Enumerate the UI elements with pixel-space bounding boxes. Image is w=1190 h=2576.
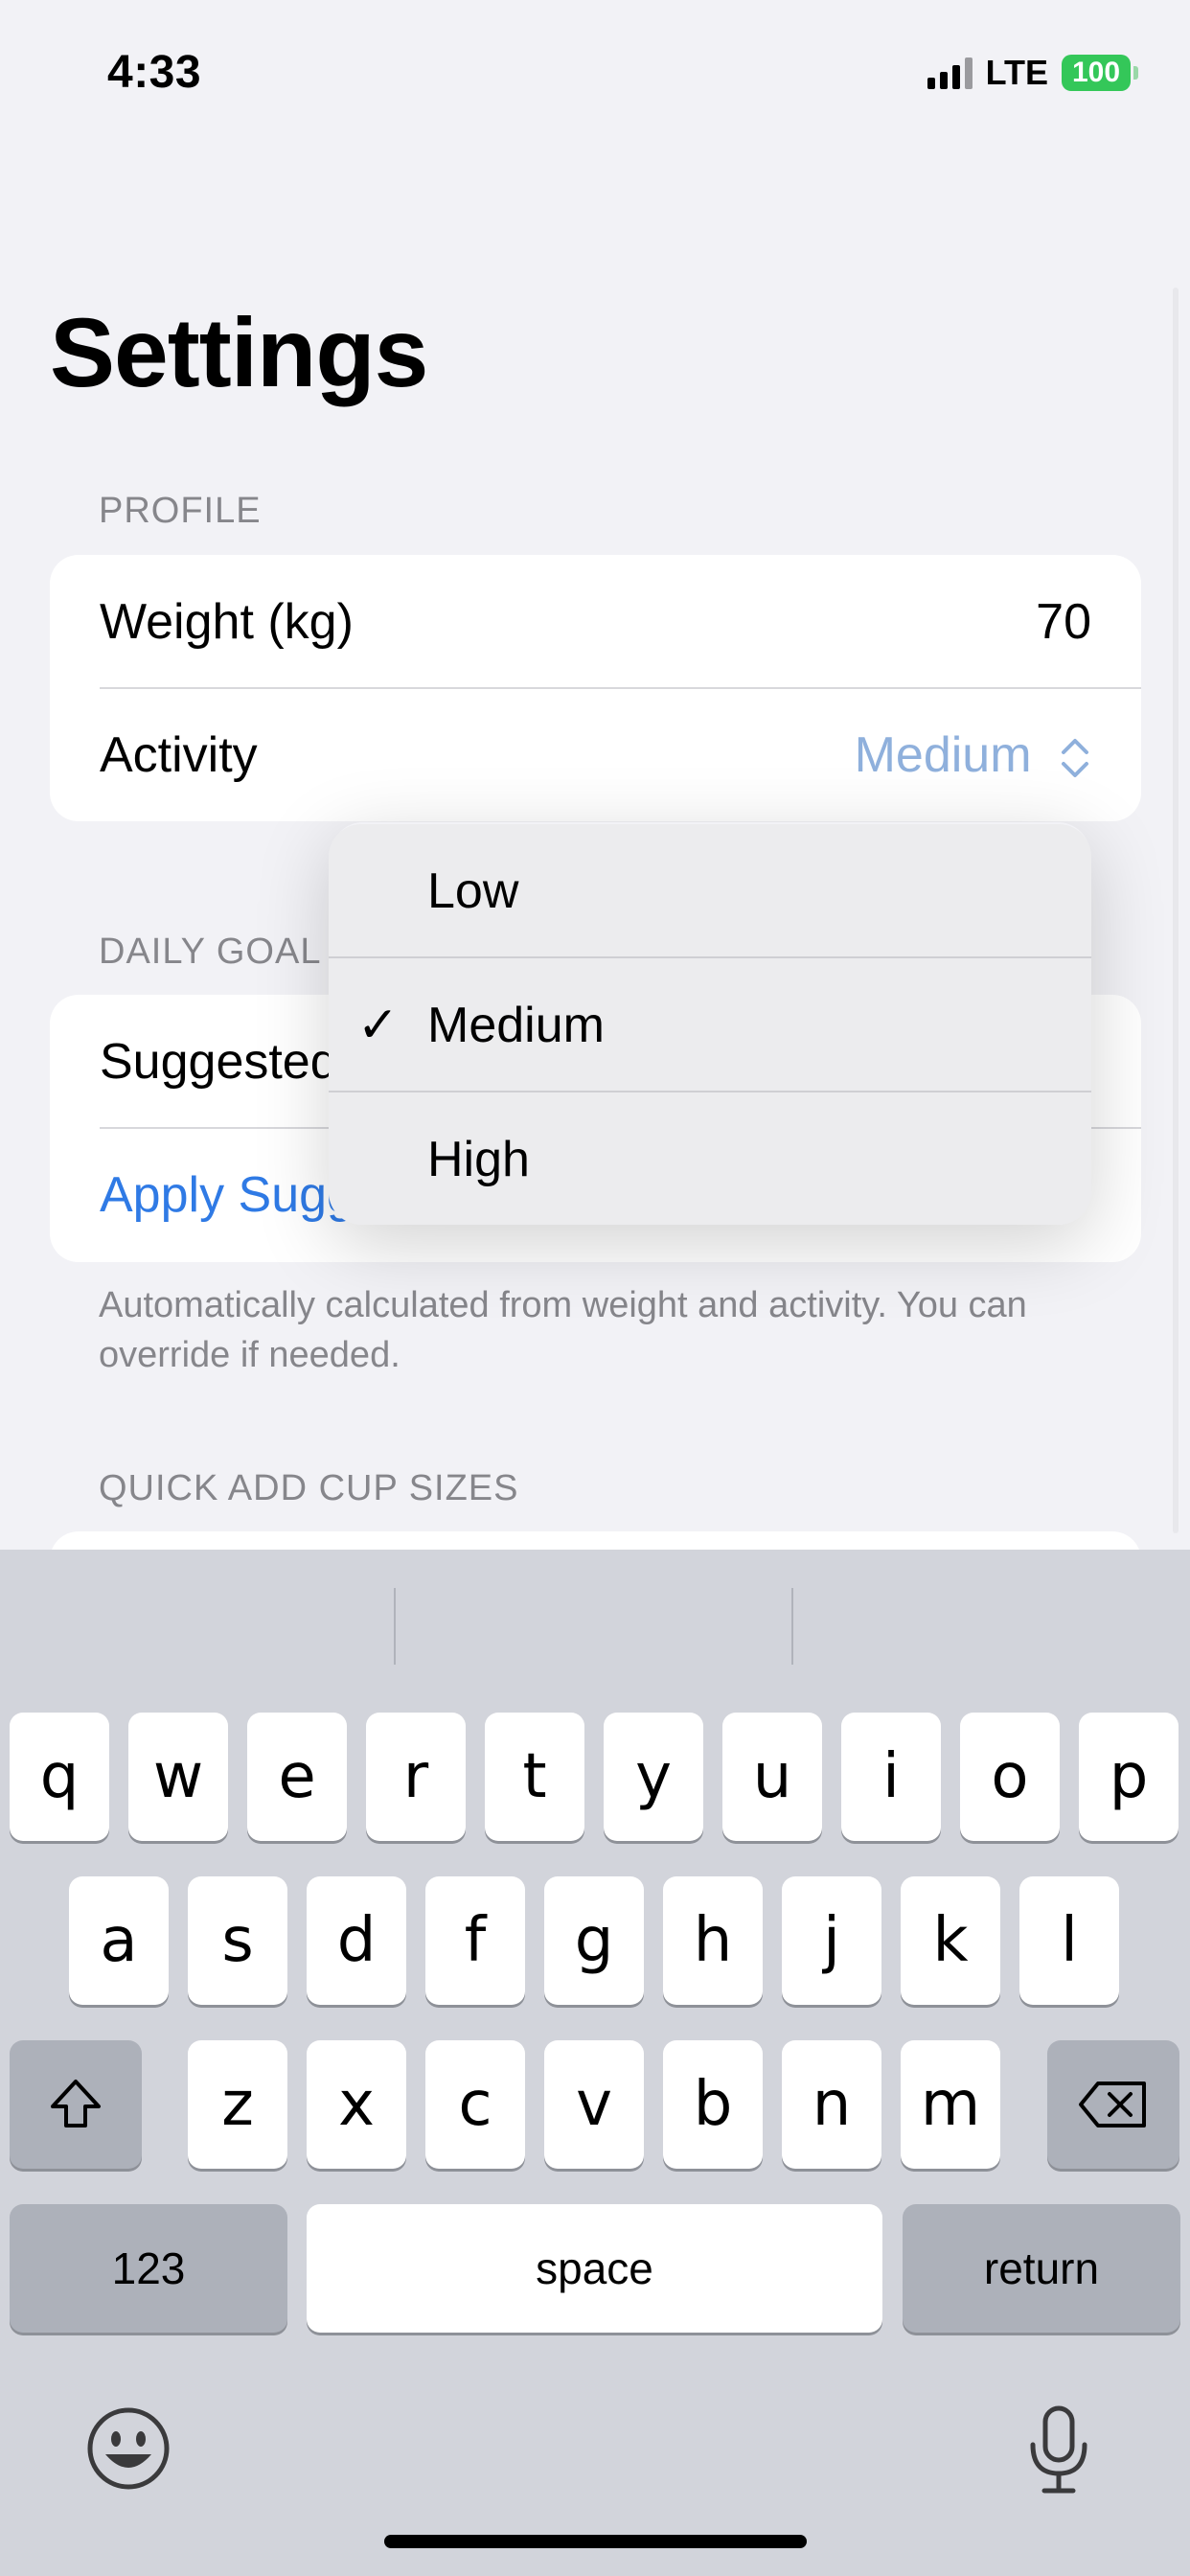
quick-add-section-header: QUICK ADD CUP SIZES [99,1468,519,1508]
suggestion-divider [394,1588,396,1665]
key-c[interactable]: c [425,2040,525,2169]
key-t[interactable]: t [485,1713,584,1841]
key-i[interactable]: i [841,1713,941,1841]
numbers-key[interactable]: 123 [10,2204,287,2333]
return-key[interactable]: return [903,2204,1180,2333]
shift-key[interactable] [10,2040,142,2169]
menu-item-label: High [427,1131,530,1187]
menu-item-low[interactable]: Low [329,824,1091,957]
apply-suggested-button[interactable]: Apply Sugg [100,1166,355,1224]
suggested-label: Suggested [100,1034,338,1090]
suggestion-divider [791,1588,793,1665]
keyboard: q w e r t y u i o p a s d f g h j k l z … [0,1550,1190,2576]
key-u[interactable]: u [722,1713,822,1841]
key-h[interactable]: h [663,1876,763,2005]
key-f[interactable]: f [425,1876,525,2005]
emoji-button[interactable] [86,2406,171,2491]
shift-icon [51,2080,101,2128]
activity-picker[interactable]: Medium [855,726,1091,784]
key-x[interactable]: x [307,2040,406,2169]
battery-level: 100 [1062,55,1131,91]
delete-backward-icon [1079,2082,1146,2128]
weight-label: Weight (kg) [100,594,354,650]
battery-icon: 100 [1062,55,1138,91]
status-time: 4:33 [107,47,202,98]
dictation-button[interactable] [1025,2404,1092,2496]
key-a[interactable]: a [69,1876,169,2005]
weight-row[interactable]: Weight (kg) 70 [50,555,1141,689]
key-m[interactable]: m [901,2040,1000,2169]
daily-goal-section-header: DAILY GOAL [99,932,322,972]
menu-item-label: Medium [427,997,605,1053]
key-b[interactable]: b [663,2040,763,2169]
menu-item-high[interactable]: High [329,1092,1091,1225]
checkmark-icon: ✓ [356,997,400,1053]
emoji-icon [87,2407,170,2490]
space-key[interactable]: space [307,2204,882,2333]
activity-menu: Low ✓ Medium High [329,824,1091,1225]
chevron-up-down-icon [1062,739,1088,778]
menu-item-medium[interactable]: ✓ Medium [329,958,1091,1092]
signal-icon [927,57,973,89]
key-k[interactable]: k [901,1876,1000,2005]
weight-field[interactable]: 70 [1036,593,1091,651]
home-indicator[interactable] [384,2535,807,2548]
daily-goal-footnote: Automatically calculated from weight and… [99,1285,1027,1375]
key-o[interactable]: o [960,1713,1060,1841]
key-j[interactable]: j [782,1876,881,2005]
status-indicators: LTE 100 [927,53,1138,92]
delete-key[interactable] [1047,2040,1179,2169]
key-r[interactable]: r [366,1713,466,1841]
scroll-indicator [1173,288,1179,1533]
key-p[interactable]: p [1079,1713,1179,1841]
microphone-icon [1030,2405,1087,2494]
key-s[interactable]: s [188,1876,287,2005]
activity-label: Activity [100,727,258,783]
network-label: LTE [985,53,1048,92]
key-e[interactable]: e [247,1713,347,1841]
key-w[interactable]: w [128,1713,228,1841]
activity-value: Medium [854,727,1032,783]
key-d[interactable]: d [307,1876,406,2005]
key-y[interactable]: y [604,1713,703,1841]
activity-row[interactable]: Activity Medium [50,688,1141,822]
key-z[interactable]: z [188,2040,287,2169]
key-g[interactable]: g [544,1876,644,2005]
key-v[interactable]: v [544,2040,644,2169]
profile-card: Weight (kg) 70 Activity Medium [50,555,1141,821]
profile-section-header: PROFILE [99,491,262,531]
menu-item-label: Low [427,862,519,919]
key-n[interactable]: n [782,2040,881,2169]
key-q[interactable]: q [10,1713,109,1841]
key-l[interactable]: l [1019,1876,1119,2005]
page-title: Settings [50,298,428,407]
